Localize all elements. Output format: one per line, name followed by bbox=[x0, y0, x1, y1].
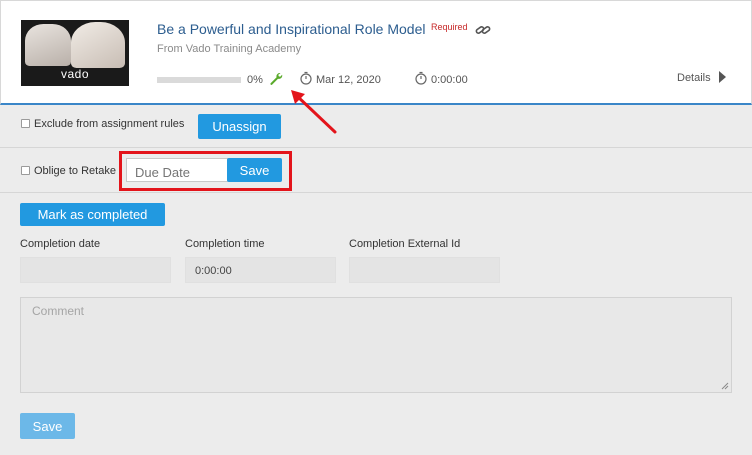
chevron-right-icon[interactable] bbox=[719, 71, 726, 83]
resize-handle-icon[interactable] bbox=[721, 382, 729, 390]
exclude-checkbox[interactable] bbox=[21, 119, 30, 128]
completion-external-id-label: Completion External Id bbox=[349, 238, 461, 250]
timer-icon bbox=[415, 71, 427, 85]
divider bbox=[0, 147, 752, 148]
course-source: From Vado Training Academy bbox=[157, 43, 302, 55]
thumbnail-logo: vado bbox=[60, 67, 90, 81]
comment-textarea[interactable]: Comment bbox=[20, 297, 732, 393]
progress-bar bbox=[157, 77, 241, 83]
annotation-highlight-box bbox=[119, 151, 292, 191]
oblige-retake-checkbox[interactable] bbox=[21, 166, 30, 175]
thumbnail-person-2 bbox=[71, 22, 125, 68]
course-duration: 0:00:00 bbox=[431, 74, 468, 86]
completion-date-field[interactable] bbox=[20, 257, 171, 283]
stopwatch-icon bbox=[300, 71, 312, 85]
mark-as-completed-button[interactable]: Mark as completed bbox=[20, 203, 165, 226]
link-icon[interactable] bbox=[475, 24, 491, 36]
wrench-icon[interactable] bbox=[269, 72, 283, 86]
progress-percent: 0% bbox=[247, 74, 263, 86]
completion-time-label: Completion time bbox=[185, 238, 265, 250]
save-completion-button[interactable]: Save bbox=[20, 413, 75, 439]
required-badge: Required bbox=[431, 22, 468, 32]
details-link[interactable]: Details bbox=[677, 72, 711, 84]
course-card: vado Be a Powerful and Inspirational Rol… bbox=[0, 0, 752, 105]
divider bbox=[0, 192, 752, 193]
exclude-label: Exclude from assignment rules bbox=[34, 118, 185, 130]
course-thumbnail[interactable]: vado bbox=[21, 20, 129, 86]
comment-placeholder: Comment bbox=[32, 304, 85, 318]
course-date: Mar 12, 2020 bbox=[316, 74, 381, 86]
completion-date-label: Completion date bbox=[20, 238, 101, 250]
course-title[interactable]: Be a Powerful and Inspirational Role Mod… bbox=[157, 21, 426, 37]
completion-time-field[interactable]: 0:00:00 bbox=[185, 257, 336, 283]
completion-external-id-field[interactable] bbox=[349, 257, 500, 283]
unassign-button[interactable]: Unassign bbox=[198, 114, 281, 139]
annotation-arrow bbox=[291, 90, 337, 134]
oblige-retake-label: Oblige to Retake bbox=[34, 165, 116, 177]
thumbnail-person-1 bbox=[25, 24, 71, 66]
